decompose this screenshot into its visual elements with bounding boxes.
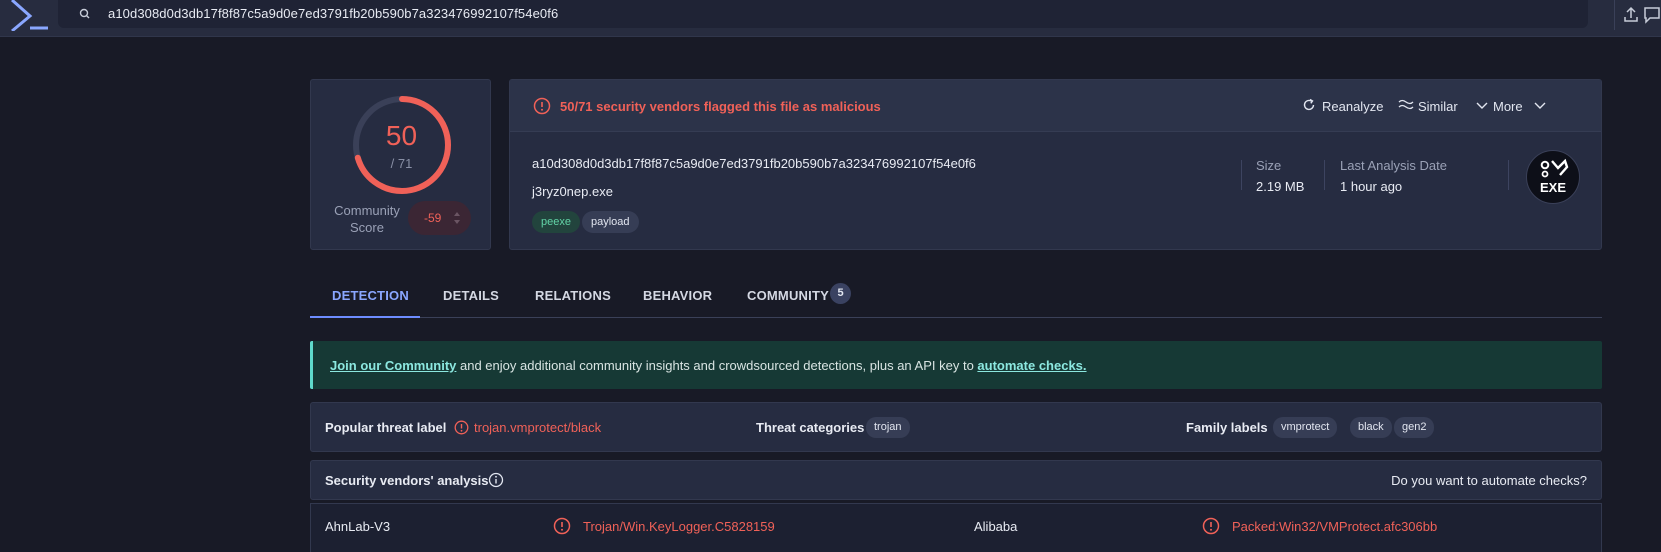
search-input[interactable]: a10d308d0d3db17f8f87c5a9d0e7ed3791fb20b5… <box>108 6 558 21</box>
active-tab-underline <box>310 316 420 318</box>
community-count-badge: 5 <box>830 283 851 304</box>
community-score-pill[interactable]: -59 <box>408 201 471 235</box>
automate-checks-prompt[interactable]: Do you want to automate checks? <box>1391 473 1587 488</box>
tab-details[interactable]: DETAILS <box>443 288 499 303</box>
file-name: j3ryz0nep.exe <box>532 184 613 199</box>
top-bar: a10d308d0d3db17f8f87c5a9d0e7ed3791fb20b5… <box>0 0 1661 37</box>
vendors-title: Security vendors' analysis <box>325 473 489 488</box>
banner-middle-text: and enjoy additional community insights … <box>456 358 978 373</box>
chevron-down-icon <box>1534 102 1546 109</box>
detection-score-card: 50 / 71 Community Score -59 <box>310 79 491 250</box>
last-analysis-value: 1 hour ago <box>1340 179 1403 194</box>
more-label: More <box>1493 99 1523 114</box>
chat-icon[interactable] <box>1641 4 1661 26</box>
reanalyze-button[interactable]: Reanalyze <box>1302 98 1384 114</box>
vendor-result: Packed:Win32/VMProtect.afc306bb <box>1232 519 1438 534</box>
category-chip-trojan[interactable]: trojan <box>866 417 910 438</box>
size-label: Size <box>1256 158 1282 173</box>
gears-icon <box>1540 158 1569 178</box>
table-row: AhnLab-V3 Trojan/Win.KeyLogger.C5828159 … <box>310 503 1602 552</box>
community-banner: Join our Community and enjoy additional … <box>310 341 1602 389</box>
file-type-badge: EXE <box>1526 150 1580 204</box>
meta-divider <box>1324 160 1325 190</box>
join-community-link[interactable]: Join our Community <box>330 358 456 373</box>
vendor-result: Trojan/Win.KeyLogger.C5828159 <box>583 519 775 534</box>
community-score-label: Community Score <box>334 203 400 235</box>
malicious-alert-row: 50/71 security vendors flagged this file… <box>510 80 1601 132</box>
file-summary-card: 50/71 security vendors flagged this file… <box>509 79 1602 250</box>
family-labels-label: Family labels <box>1186 420 1268 435</box>
vendors-header: Security vendors' analysis Do you want t… <box>310 460 1602 500</box>
file-type-label: EXE <box>1539 180 1566 195</box>
tag-peexe[interactable]: peexe <box>532 211 580 233</box>
analysis-tabs: DETECTION DETAILS RELATIONS BEHAVIOR COM… <box>310 270 1602 318</box>
upload-icon[interactable] <box>1620 4 1642 26</box>
virustotal-logo-icon[interactable] <box>0 0 50 31</box>
family-chip-black[interactable]: black <box>1350 417 1392 438</box>
threat-categories-label: Threat categories <box>756 420 865 435</box>
tab-behavior[interactable]: BEHAVIOR <box>643 288 712 303</box>
malicious-alert-text: 50/71 security vendors flagged this file… <box>560 99 881 114</box>
reanalyze-label: Reanalyze <box>1322 99 1384 114</box>
tag-payload[interactable]: payload <box>582 211 639 233</box>
toolbar-divider <box>1614 0 1615 30</box>
tab-community[interactable]: COMMUNITY <box>747 288 829 303</box>
threat-labels-card: Popular threat label trojan.vmprotect/bl… <box>310 402 1602 452</box>
automate-checks-link[interactable]: automate checks. <box>977 358 1086 373</box>
popular-threat-label: Popular threat label <box>325 420 447 435</box>
alert-circle-icon <box>454 420 469 435</box>
file-hash[interactable]: a10d308d0d3db17f8f87c5a9d0e7ed3791fb20b5… <box>532 156 976 171</box>
alert-circle-icon <box>553 517 571 535</box>
vendor-name: AhnLab-V3 <box>325 519 391 534</box>
more-button[interactable]: More <box>1493 99 1546 114</box>
vote-arrows-icon[interactable] <box>452 209 462 227</box>
meta-divider <box>1241 160 1242 190</box>
chevron-down-icon <box>1476 102 1488 109</box>
search-icon <box>79 8 90 19</box>
search-bar[interactable]: a10d308d0d3db17f8f87c5a9d0e7ed3791fb20b5… <box>58 0 1588 28</box>
banner-text: Join our Community and enjoy additional … <box>330 358 1087 373</box>
meta-divider <box>1508 160 1509 190</box>
detection-count: 50 <box>385 120 418 151</box>
refresh-icon <box>1303 98 1315 111</box>
engine-total: / 71 <box>390 156 413 171</box>
alert-circle-icon <box>533 97 551 115</box>
alert-circle-icon <box>1202 517 1220 535</box>
family-chip-gen2[interactable]: gen2 <box>1394 417 1435 438</box>
vendor-name: Alibaba <box>974 519 1018 534</box>
family-chip-vmprotect[interactable]: vmprotect <box>1273 417 1338 438</box>
popular-threat-value[interactable]: trojan.vmprotect/black <box>474 420 601 435</box>
tab-relations[interactable]: RELATIONS <box>535 288 611 303</box>
similar-button[interactable]: Similar <box>1398 99 1488 114</box>
tab-detection[interactable]: DETECTION <box>332 288 409 303</box>
similar-label: Similar <box>1418 99 1458 114</box>
info-icon[interactable] <box>488 472 504 488</box>
size-value: 2.19 MB <box>1256 179 1305 194</box>
community-score-value: -59 <box>424 211 442 225</box>
last-analysis-label: Last Analysis Date <box>1340 158 1447 173</box>
similar-icon <box>1398 99 1414 110</box>
